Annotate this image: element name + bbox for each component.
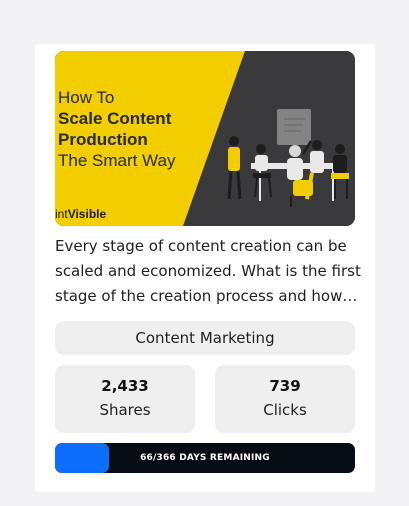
headline-line-4: The Smart Way [58, 151, 176, 170]
clicks-count: 739 [269, 377, 301, 395]
days-remaining-progress-bar: 66/366 DAYS REMAINING [55, 443, 355, 473]
article-thumbnail[interactable]: How To Scale Content Production The Smar… [55, 51, 355, 226]
shares-stat: 2,433 Shares [55, 365, 195, 433]
brand-prefix: int [55, 207, 68, 221]
headline-line-3: Production [58, 130, 148, 149]
shares-count: 2,433 [101, 377, 149, 395]
content-card: How To Scale Content Production The Smar… [35, 44, 375, 492]
clicks-label: Clicks [263, 401, 307, 419]
brand-bold: Visible [67, 207, 107, 221]
progress-text: 66/366 DAYS REMAINING [140, 453, 270, 463]
thumbnail-headline: How To Scale Content Production The Smar… [58, 87, 175, 171]
brand-logo: intVisible [55, 207, 106, 221]
clicks-stat: 739 Clicks [215, 365, 355, 433]
article-description: Every stage of content creation can be s… [55, 237, 361, 305]
category-tag[interactable]: Content Marketing [55, 321, 355, 355]
headline-line-1: How To [58, 88, 115, 107]
headline-line-2: Scale Content [58, 109, 172, 128]
shares-label: Shares [99, 401, 151, 419]
